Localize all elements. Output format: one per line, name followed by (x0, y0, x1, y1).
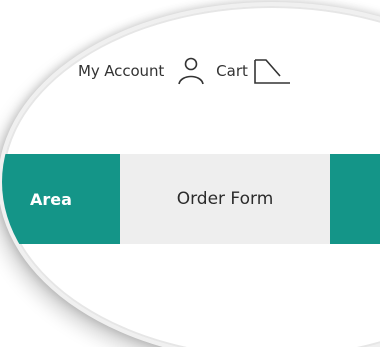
magnified-view: My Account Cart Area Order Form (0, 0, 380, 347)
my-account-label: My Account (78, 62, 165, 80)
account-bar: My Account Cart (78, 46, 292, 96)
nav-item-area-label: Area (30, 189, 72, 209)
user-icon (176, 56, 206, 86)
cart-label: Cart (216, 62, 248, 80)
nav-item-order-form-label: Order Form (176, 189, 274, 209)
magnifier-lens: My Account Cart Area Order Form (2, 6, 380, 347)
nav-item-area[interactable]: Area (2, 154, 120, 244)
nav-item-next[interactable] (330, 154, 380, 244)
cart-link[interactable]: Cart (216, 56, 292, 86)
cart-icon (252, 56, 292, 86)
main-nav: Area Order Form (2, 154, 380, 244)
nav-item-order-form[interactable]: Order Form (120, 154, 330, 244)
my-account-link[interactable]: My Account (78, 56, 206, 86)
